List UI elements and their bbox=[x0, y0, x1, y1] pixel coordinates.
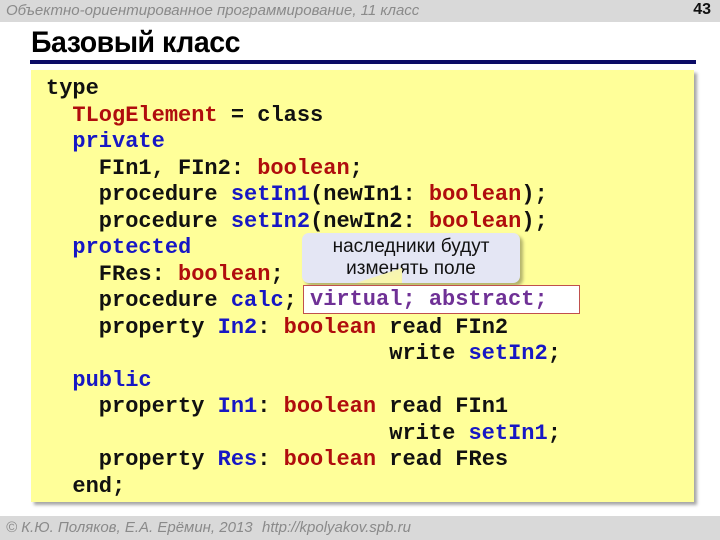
code-token: boolean bbox=[257, 155, 350, 181]
code-token: setIn2 bbox=[230, 208, 311, 234]
code-token: boolean bbox=[283, 394, 377, 419]
code-line: write setIn2; bbox=[46, 341, 561, 368]
code-line: property In2: boolean read FIn2 bbox=[46, 315, 561, 342]
code-token: boolean bbox=[428, 208, 522, 234]
code-token: (newIn2: bbox=[310, 208, 429, 234]
code-token: In2 bbox=[217, 314, 258, 340]
code-line: public bbox=[46, 368, 561, 395]
code-line: private bbox=[46, 129, 561, 156]
code-token: procedure bbox=[46, 182, 231, 207]
code-token: FRes: bbox=[46, 261, 179, 287]
course-subject: Объектно-ориентированное программировани… bbox=[6, 2, 420, 19]
code-token: calc bbox=[230, 288, 284, 313]
code-token: protected bbox=[72, 235, 192, 260]
slide-title: Базовый класс bbox=[31, 26, 240, 59]
code-token: public bbox=[72, 367, 152, 393]
code-token: ); bbox=[521, 182, 548, 207]
code-token: (newIn1: bbox=[310, 182, 429, 207]
callout-line: наследники будут bbox=[332, 236, 490, 257]
code-token: : bbox=[257, 394, 284, 419]
code-line: type bbox=[46, 76, 561, 103]
virtual-abstract-text: virtual; abstract; bbox=[310, 287, 548, 312]
code-line: end; bbox=[46, 474, 561, 501]
code-token: write bbox=[46, 341, 469, 366]
code-token: setIn1 bbox=[230, 182, 311, 207]
footer-url[interactable]: http://kpolyakov.spb.ru bbox=[262, 519, 411, 536]
code-token: : bbox=[257, 447, 284, 472]
code-token: read FRes bbox=[376, 447, 509, 472]
code-token: type bbox=[46, 76, 99, 101]
code-token: In1 bbox=[217, 394, 258, 419]
footer-copyright: © К.Ю. Поляков, Е.А. Ерёмин, 2013 bbox=[6, 519, 253, 536]
code-token: property bbox=[46, 394, 218, 419]
code-token: setIn2 bbox=[468, 341, 548, 366]
code-token: FIn1, FIn2: bbox=[46, 155, 258, 181]
code-token: ; bbox=[349, 155, 363, 181]
code-token: boolean bbox=[283, 314, 377, 340]
callout-bubble: наследники будут изменять поле bbox=[302, 233, 520, 283]
virtual-abstract-highlight: virtual; abstract; bbox=[303, 285, 580, 314]
code-token: boolean bbox=[283, 447, 377, 472]
code-token: private bbox=[72, 129, 165, 154]
code-token: = class bbox=[217, 102, 324, 128]
code-token: ; bbox=[283, 288, 297, 313]
code-token: setIn1 bbox=[468, 420, 548, 446]
code-line: property Res: boolean read FRes bbox=[46, 447, 561, 474]
code-token: property bbox=[46, 314, 218, 340]
code-token: property bbox=[46, 447, 218, 472]
code-token: ; bbox=[547, 420, 561, 446]
code-token: procedure bbox=[46, 208, 231, 234]
code-token: procedure bbox=[46, 288, 231, 313]
code-token: TLogElement bbox=[72, 102, 218, 128]
code-token: read FIn2 bbox=[376, 314, 509, 340]
code-line: FIn1, FIn2: boolean; bbox=[46, 156, 561, 183]
code-token: Res bbox=[217, 447, 258, 472]
code-token: ; bbox=[547, 341, 561, 366]
footer-bar: © К.Ю. Поляков, Е.А. Ерёмин, 2013 http:/… bbox=[0, 516, 720, 540]
page-number: 43 bbox=[693, 1, 711, 18]
code-token: end; bbox=[46, 473, 126, 499]
code-token: : bbox=[257, 314, 284, 340]
code-line: property In1: boolean read FIn1 bbox=[46, 394, 561, 421]
code-line: procedure setIn2(newIn2: boolean); bbox=[46, 209, 561, 236]
code-line: procedure setIn1(newIn1: boolean); bbox=[46, 182, 561, 209]
code-token: write bbox=[46, 420, 469, 446]
header-bar: Объектно-ориентированное программировани… bbox=[0, 0, 720, 22]
callout-line: изменять поле bbox=[346, 258, 476, 279]
code-token: ; bbox=[270, 261, 284, 287]
code-token: ); bbox=[521, 208, 548, 234]
code-line: TLogElement = class bbox=[46, 103, 561, 130]
code-token: boolean bbox=[428, 182, 522, 207]
code-token: read FIn1 bbox=[376, 394, 509, 419]
code-token: boolean bbox=[178, 261, 271, 287]
title-divider bbox=[30, 60, 696, 64]
code-line: write setIn1; bbox=[46, 421, 561, 448]
